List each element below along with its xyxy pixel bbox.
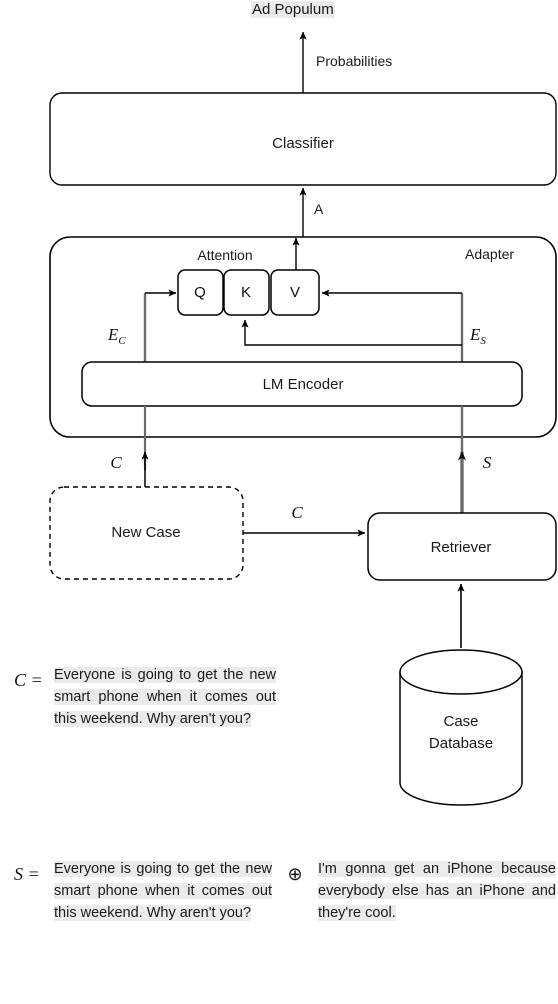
attention-label: Attention: [197, 247, 252, 263]
equation-s-symbol: S =: [14, 864, 40, 884]
adapter-label: Adapter: [465, 246, 514, 262]
equation-s-row: S = Everyone is going to get the new sma…: [14, 858, 558, 924]
new-case-label: New Case: [111, 524, 180, 541]
equation-s-left-text: Everyone is going to get the new smart p…: [54, 858, 272, 924]
c-input-label: C: [110, 453, 122, 472]
diagram-svg: Classifier Probabilities A Adapter Atten…: [49, 31, 557, 806]
equation-s-right-text: I'm gonna get an iPhone because everybod…: [318, 858, 556, 924]
equation-c-text-inner: Everyone is going to get the new smart p…: [54, 667, 276, 728]
case-database-label-line2: Database: [429, 735, 493, 752]
output-class-label: Ad Populum: [251, 1, 335, 18]
attention-v-label: V: [290, 284, 300, 301]
attention-k-label: K: [241, 284, 251, 301]
equation-c-text: Everyone is going to get the new smart p…: [54, 664, 276, 730]
classifier-label: Classifier: [272, 135, 334, 152]
attention-q-label: Q: [194, 284, 206, 301]
c-edge-label: C: [291, 503, 303, 522]
probabilities-label: Probabilities: [316, 53, 392, 69]
a-label: A: [314, 201, 324, 217]
equation-s-right-text-inner: I'm gonna get an iPhone because everybod…: [318, 861, 556, 922]
equation-s-left-text-inner: Everyone is going to get the new smart p…: [54, 861, 272, 922]
retriever-label: Retriever: [431, 539, 492, 556]
case-database-cylinder-top: [399, 649, 523, 695]
equation-c-symbol: C =: [14, 670, 43, 690]
case-database-label-line1: Case: [443, 713, 478, 730]
figure-canvas: Classifier Probabilities A Adapter Atten…: [0, 0, 558, 1004]
s-input-label: S: [483, 453, 492, 472]
oplus-icon: ⊕: [287, 864, 303, 884]
equation-c-row: C = Everyone is going to get the new sma…: [14, 664, 284, 730]
lm-encoder-label: LM Encoder: [263, 376, 344, 393]
